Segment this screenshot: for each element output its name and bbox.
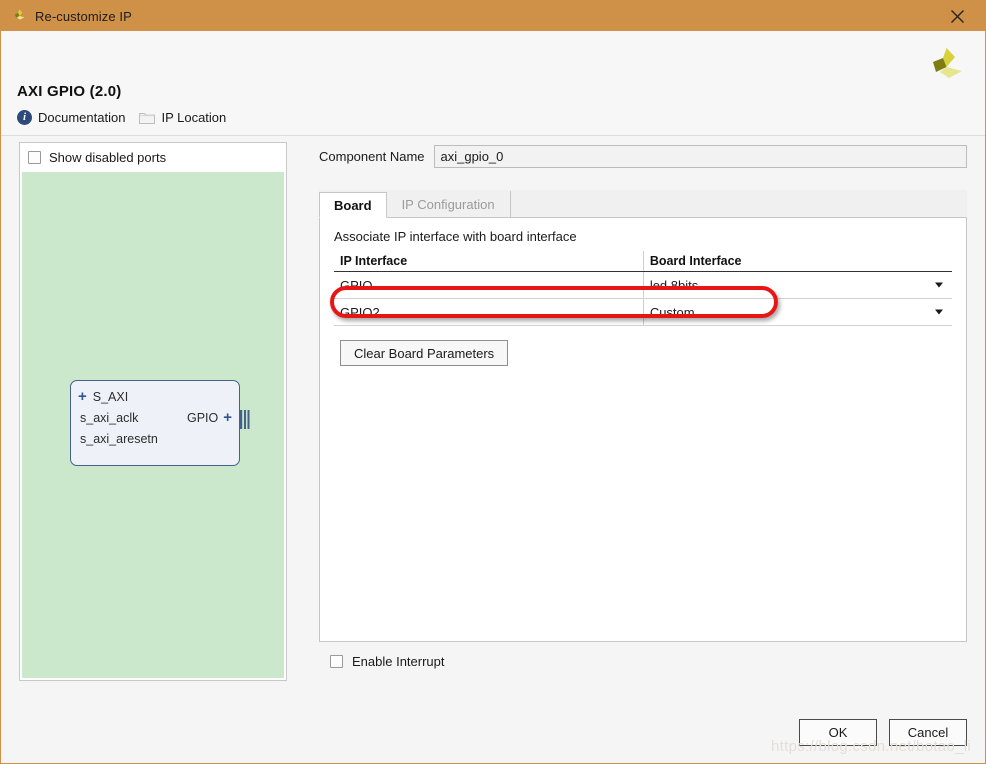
expand-plus-icon[interactable]: + bbox=[223, 410, 232, 425]
cell-ip-interface: GPIO2 bbox=[334, 298, 644, 326]
bus-output-pin-icon bbox=[240, 410, 250, 429]
title-bar: Re-customize IP bbox=[1, 1, 985, 31]
tab-label: Board bbox=[334, 197, 372, 213]
re-customize-ip-dialog: Re-customize IP AXI GPIO (2.0) i Documen… bbox=[0, 0, 986, 764]
info-icon: i bbox=[17, 110, 32, 125]
column-header-ip-interface: IP Interface bbox=[334, 251, 644, 272]
cancel-button[interactable]: Cancel bbox=[889, 718, 967, 746]
xilinx-pinwheel-logo bbox=[923, 45, 967, 89]
dialog-footer: OK Cancel bbox=[799, 701, 967, 763]
tab-board[interactable]: Board bbox=[319, 192, 387, 218]
table-header-row: IP Interface Board Interface bbox=[334, 251, 952, 272]
port-s-axi[interactable]: + S_AXI bbox=[78, 389, 128, 404]
dialog-body: Show disabled ports + S_AXI s_axi_aclk s… bbox=[1, 136, 985, 763]
cell-board-interface[interactable]: led 8bits bbox=[643, 271, 952, 299]
port-s-axi-aclk: s_axi_aclk bbox=[80, 411, 139, 425]
ip-location-link[interactable]: IP Location bbox=[135, 108, 230, 127]
checkbox-box bbox=[28, 151, 41, 164]
component-name-row: Component Name bbox=[319, 145, 967, 168]
interface-table: IP Interface Board Interface GPIO led 8b… bbox=[334, 251, 952, 326]
board-tab-panel: Associate IP interface with board interf… bbox=[319, 218, 967, 642]
page-title: AXI GPIO (2.0) bbox=[17, 83, 122, 100]
documentation-link[interactable]: i Documentation bbox=[13, 108, 129, 127]
table-row[interactable]: GPIO led 8bits bbox=[334, 271, 952, 299]
table-row[interactable]: GPIO2 Custom bbox=[334, 298, 952, 326]
configuration-panel: Component Name Board IP Configuration As… bbox=[319, 142, 967, 669]
dialog-header: AXI GPIO (2.0) i Documentation IP Locati… bbox=[1, 31, 985, 136]
window-title: Re-customize IP bbox=[35, 8, 132, 24]
cell-board-interface[interactable]: Custom bbox=[643, 298, 952, 326]
cell-ip-interface: GPIO bbox=[334, 271, 644, 299]
show-disabled-ports-checkbox[interactable]: Show disabled ports bbox=[20, 143, 286, 172]
port-s-axi-aresetn: s_axi_aresetn bbox=[80, 432, 158, 446]
port-label: S_AXI bbox=[92, 389, 129, 404]
folder-icon bbox=[139, 111, 156, 124]
ip-symbol-panel: Show disabled ports + S_AXI s_axi_aclk s… bbox=[19, 142, 287, 681]
ip-symbol-canvas[interactable]: + S_AXI s_axi_aclk s_axi_aresetn GPIO + bbox=[22, 172, 284, 678]
close-icon[interactable] bbox=[937, 1, 977, 31]
tab-bar-filler bbox=[509, 191, 967, 217]
column-header-board-interface: Board Interface bbox=[643, 251, 952, 272]
tab-label: IP Configuration bbox=[401, 197, 495, 212]
tab-bar: Board IP Configuration bbox=[319, 190, 967, 218]
associate-interface-label: Associate IP interface with board interf… bbox=[334, 229, 577, 244]
tab-ip-configuration[interactable]: IP Configuration bbox=[386, 191, 510, 217]
enable-interrupt-label: Enable Interrupt bbox=[352, 654, 445, 669]
chevron-down-icon[interactable] bbox=[935, 309, 943, 315]
cell-value: led 8bits bbox=[649, 277, 699, 293]
header-link-bar: i Documentation IP Location bbox=[13, 108, 230, 127]
axi-gpio-block[interactable]: + S_AXI s_axi_aclk s_axi_aresetn GPIO + bbox=[70, 380, 240, 466]
port-gpio[interactable]: GPIO + bbox=[187, 410, 232, 425]
enable-interrupt-checkbox[interactable]: Enable Interrupt bbox=[319, 654, 967, 669]
ip-location-label: IP Location bbox=[161, 110, 227, 125]
component-name-input[interactable] bbox=[433, 145, 967, 168]
chevron-down-icon[interactable] bbox=[935, 282, 943, 288]
component-name-label: Component Name bbox=[319, 149, 425, 164]
documentation-label: Documentation bbox=[38, 110, 126, 125]
ok-button[interactable]: OK bbox=[799, 718, 877, 746]
checkbox-box bbox=[330, 655, 343, 668]
xilinx-logo-icon bbox=[11, 8, 27, 24]
expand-plus-icon[interactable]: + bbox=[78, 389, 87, 404]
clear-board-parameters-button[interactable]: Clear Board Parameters bbox=[340, 340, 509, 366]
show-disabled-ports-label: Show disabled ports bbox=[49, 150, 167, 165]
port-label: GPIO bbox=[186, 410, 219, 425]
cell-value: Custom bbox=[649, 304, 695, 320]
